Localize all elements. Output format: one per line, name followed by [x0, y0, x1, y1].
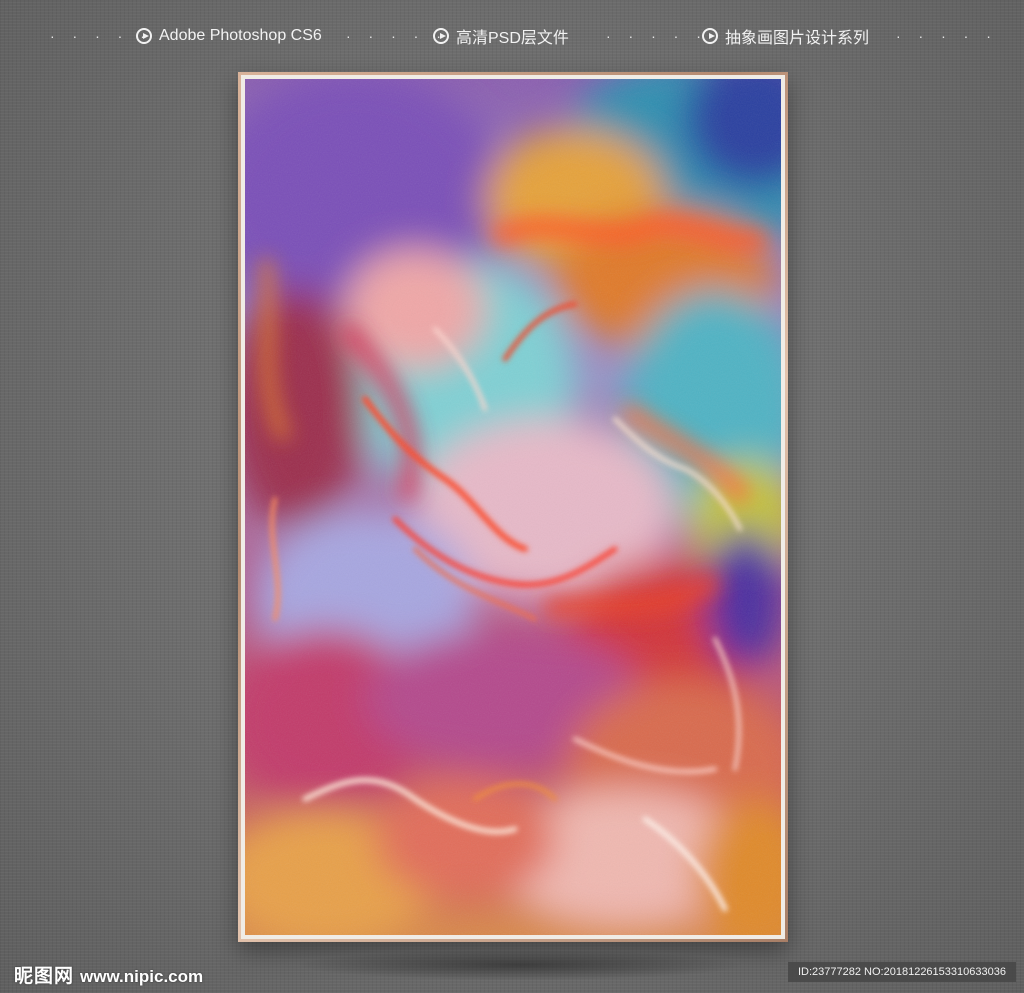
header-strip: · · · · · Adobe Photoshop CS6 · · · · · … — [0, 20, 1024, 52]
picture-frame — [238, 72, 788, 942]
frame-mat — [241, 75, 785, 939]
image-id-label: ID:23777282 NO:20181226153310633036 — [788, 962, 1016, 982]
header-item-software: Adobe Photoshop CS6 — [136, 25, 322, 47]
dots-right: · · · · · — [896, 28, 998, 44]
play-circle-icon — [702, 28, 718, 44]
dots-middle-2: · · · · · — [606, 28, 708, 44]
play-circle-icon — [433, 28, 449, 44]
site-logo: 昵图网 — [14, 965, 75, 987]
frame-floor-shadow — [300, 950, 740, 980]
header-item-format-label: 高清PSD层文件 — [456, 30, 569, 47]
play-circle-icon — [136, 28, 152, 44]
header-item-series: 抽象画图片设计系列 — [702, 25, 869, 47]
site-watermark: 昵图网 www.nipic.com — [14, 961, 203, 988]
site-url: www.nipic.com — [80, 967, 204, 986]
abstract-painting-image — [245, 79, 781, 935]
header-item-software-label: Adobe Photoshop CS6 — [159, 27, 322, 44]
abstract-painting — [245, 79, 781, 935]
header-item-format: 高清PSD层文件 — [433, 25, 569, 47]
header-item-series-label: 抽象画图片设计系列 — [725, 30, 870, 47]
